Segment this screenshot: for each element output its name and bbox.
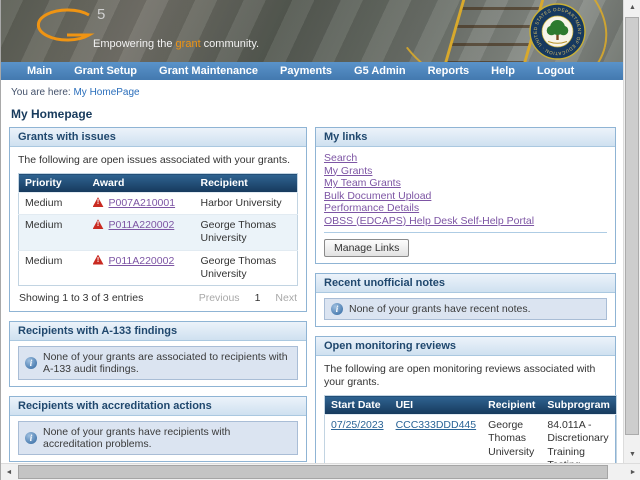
nav-item-grant-setup[interactable]: Grant Setup	[63, 65, 148, 77]
recent-unofficial-notes-panel: Recent unofficial notes i None of your g…	[315, 273, 616, 327]
grants-with-issues-table: Priority Award Recipient Medium ! P007A21…	[18, 173, 298, 286]
award-link[interactable]: P007A210001	[109, 197, 176, 209]
pagination-page-1[interactable]: 1	[255, 292, 261, 304]
panel-title: Open monitoring reviews	[316, 337, 615, 356]
recipient-cell: George Thomas University	[195, 215, 298, 250]
scroll-up-icon[interactable]: ▲	[624, 0, 640, 16]
scroll-down-icon[interactable]: ▼	[624, 447, 640, 463]
breadcrumb: You are here: My HomePage	[1, 80, 624, 98]
pagination-previous[interactable]: Previous	[199, 292, 240, 304]
priority-cell: Medium	[19, 193, 87, 215]
table-row: Medium ! P011A220002 George Thomas Univer…	[19, 250, 298, 285]
award-cell: ! P007A210001	[87, 193, 195, 215]
header-banner: 5 Empowering the grant community. DEPART…	[1, 0, 624, 62]
link-my-grants[interactable]: My Grants	[324, 165, 607, 178]
award-cell: ! P011A220002	[87, 250, 195, 285]
left-column: Grants with issues The following are ope…	[9, 127, 307, 463]
nav-item-payments[interactable]: Payments	[269, 65, 343, 77]
warning-icon: !	[93, 197, 104, 207]
panel-description: The following are open issues associated…	[18, 154, 298, 167]
column-header-start-date: Start Date	[325, 396, 390, 415]
column-header-recipient: Recipient	[482, 396, 541, 415]
award-link[interactable]: P011A220002	[109, 219, 175, 231]
links-divider	[324, 232, 607, 233]
recipient-cell: Harbor University	[195, 193, 298, 215]
scroll-left-icon[interactable]: ◄	[1, 464, 17, 480]
column-header-uei: UEI	[390, 396, 483, 415]
info-message: i None of your grants have recent notes.	[324, 298, 607, 320]
pagination: Previous 1 Next	[199, 292, 297, 304]
table-row: Medium ! P007A210001 Harbor University	[19, 193, 298, 215]
panel-title: Recipients with A-133 findings	[10, 322, 306, 341]
start-date-cell: 07/25/2023	[325, 415, 390, 463]
panel-title: Recent unofficial notes	[316, 274, 615, 293]
recipient-cell: George Thomas University	[482, 415, 541, 463]
info-icon: i	[331, 303, 343, 315]
accreditation-actions-panel: Recipients with accreditation actions i …	[9, 396, 307, 462]
horizontal-scrollbar[interactable]: ◄ ►	[1, 463, 640, 480]
award-link[interactable]: P011A220002	[109, 255, 175, 267]
info-message: i None of your grants have recipients wi…	[18, 421, 298, 455]
content-columns: Grants with issues The following are ope…	[1, 127, 624, 463]
tagline: Empowering the grant community.	[93, 38, 259, 50]
start-date-link[interactable]: 07/25/2023	[331, 419, 384, 431]
info-icon: i	[25, 432, 37, 444]
priority-cell: Medium	[19, 250, 87, 285]
table-row: Medium ! P011A220002 George Thomas Univer…	[19, 215, 298, 250]
subprogram-cell: 84.011A - Discretionary Training Testing	[541, 415, 616, 463]
page-content: 5 Empowering the grant community. DEPART…	[1, 0, 624, 463]
recipient-cell: George Thomas University	[195, 250, 298, 285]
priority-cell: Medium	[19, 215, 87, 250]
nav-item-grant-maintenance[interactable]: Grant Maintenance	[148, 65, 269, 77]
nav-item-main[interactable]: Main	[16, 65, 63, 77]
info-text: None of your grants are associated to re…	[43, 351, 291, 375]
my-links-panel: My links Search My Grants My Team Grants…	[315, 127, 616, 264]
right-column: My links Search My Grants My Team Grants…	[315, 127, 616, 463]
info-text: None of your grants have recipients with…	[43, 426, 291, 450]
link-performance-details[interactable]: Performance Details	[324, 202, 607, 215]
monitoring-reviews-table: Start Date UEI Recipient Subprogram 07/2…	[324, 395, 617, 463]
table-row: 07/25/2023 CCC333DDD445 George Thomas Un…	[325, 415, 617, 463]
vertical-scrollbar-thumb[interactable]	[625, 17, 639, 435]
column-header-subprogram: Subprogram	[541, 396, 616, 415]
panel-title: My links	[316, 128, 615, 147]
warning-icon: !	[93, 255, 104, 265]
nav-item-logout[interactable]: Logout	[526, 65, 585, 77]
main-navigation: Main Grant Setup Grant Maintenance Payme…	[1, 62, 624, 80]
open-monitoring-reviews-panel: Open monitoring reviews The following ar…	[315, 336, 616, 463]
info-message: i None of your grants are associated to …	[18, 346, 298, 380]
browser-viewport: 5 Empowering the grant community. DEPART…	[0, 0, 640, 480]
link-bulk-document-upload[interactable]: Bulk Document Upload	[324, 190, 607, 203]
department-of-education-seal-icon: DEPARTMENT OF EDUCATION · UNITED STATES …	[529, 3, 586, 60]
scroll-right-icon[interactable]: ►	[625, 464, 640, 480]
nav-item-help[interactable]: Help	[480, 65, 526, 77]
panel-description: The following are open monitoring review…	[324, 363, 607, 389]
panel-title: Recipients with accreditation actions	[10, 397, 306, 416]
nav-item-reports[interactable]: Reports	[417, 65, 481, 77]
a133-findings-panel: Recipients with A-133 findings i None of…	[9, 321, 307, 387]
column-header-award: Award	[87, 174, 195, 193]
g5-logo-5: 5	[97, 6, 105, 23]
column-header-recipient: Recipient	[195, 174, 298, 193]
grants-with-issues-panel: Grants with issues The following are ope…	[9, 127, 307, 312]
page-title: My Homepage	[11, 107, 614, 121]
column-header-priority: Priority	[19, 174, 87, 193]
uei-cell: CCC333DDD445	[390, 415, 483, 463]
link-my-team-grants[interactable]: My Team Grants	[324, 177, 607, 190]
breadcrumb-current-link[interactable]: My HomePage	[73, 87, 139, 98]
panel-title: Grants with issues	[10, 128, 306, 147]
link-search[interactable]: Search	[324, 152, 607, 165]
nav-item-g5-admin[interactable]: G5 Admin	[343, 65, 417, 77]
manage-links-button[interactable]: Manage Links	[324, 239, 409, 257]
link-obss-help-desk[interactable]: OBSS (EDCAPS) Help Desk Self-Help Portal	[324, 215, 607, 228]
pagination-next[interactable]: Next	[275, 292, 297, 304]
info-icon: i	[25, 357, 37, 369]
showing-entries-label: Showing 1 to 3 of 3 entries	[19, 292, 143, 304]
uei-link[interactable]: CCC333DDD445	[396, 419, 477, 431]
warning-icon: !	[93, 219, 104, 229]
info-text: None of your grants have recent notes.	[349, 303, 531, 315]
horizontal-scrollbar-thumb[interactable]	[18, 465, 608, 479]
award-cell: ! P011A220002	[87, 215, 195, 250]
vertical-scrollbar[interactable]: ▲ ▼	[623, 0, 640, 463]
